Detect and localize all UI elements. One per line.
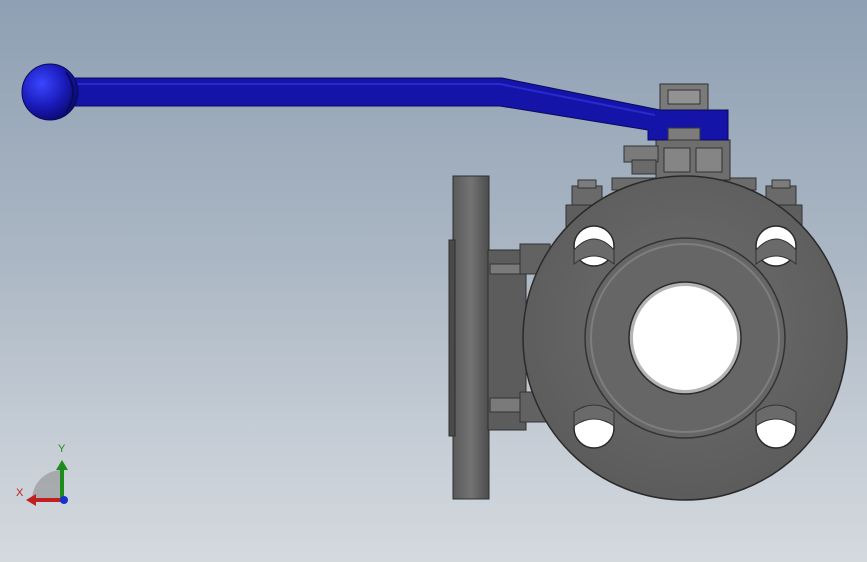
z-axis-dot [60,496,68,504]
bolt-hole-bottom-right [755,404,797,449]
x-axis-label: X [16,487,24,499]
triad-quadrant [32,470,62,500]
bore-opening [633,286,737,390]
bolt-hole-top-right [755,225,797,267]
bolt-hole-top-left [573,225,615,267]
axis-triad[interactable] [26,460,68,506]
valve-model[interactable] [0,0,867,562]
y-axis-label: Y [58,443,66,455]
cad-viewport[interactable]: X Y [0,0,867,562]
valve-handle[interactable] [21,63,729,141]
end-flange [522,175,848,501]
bolt-hole-bottom-left [573,404,615,449]
handle-knob [21,63,79,121]
